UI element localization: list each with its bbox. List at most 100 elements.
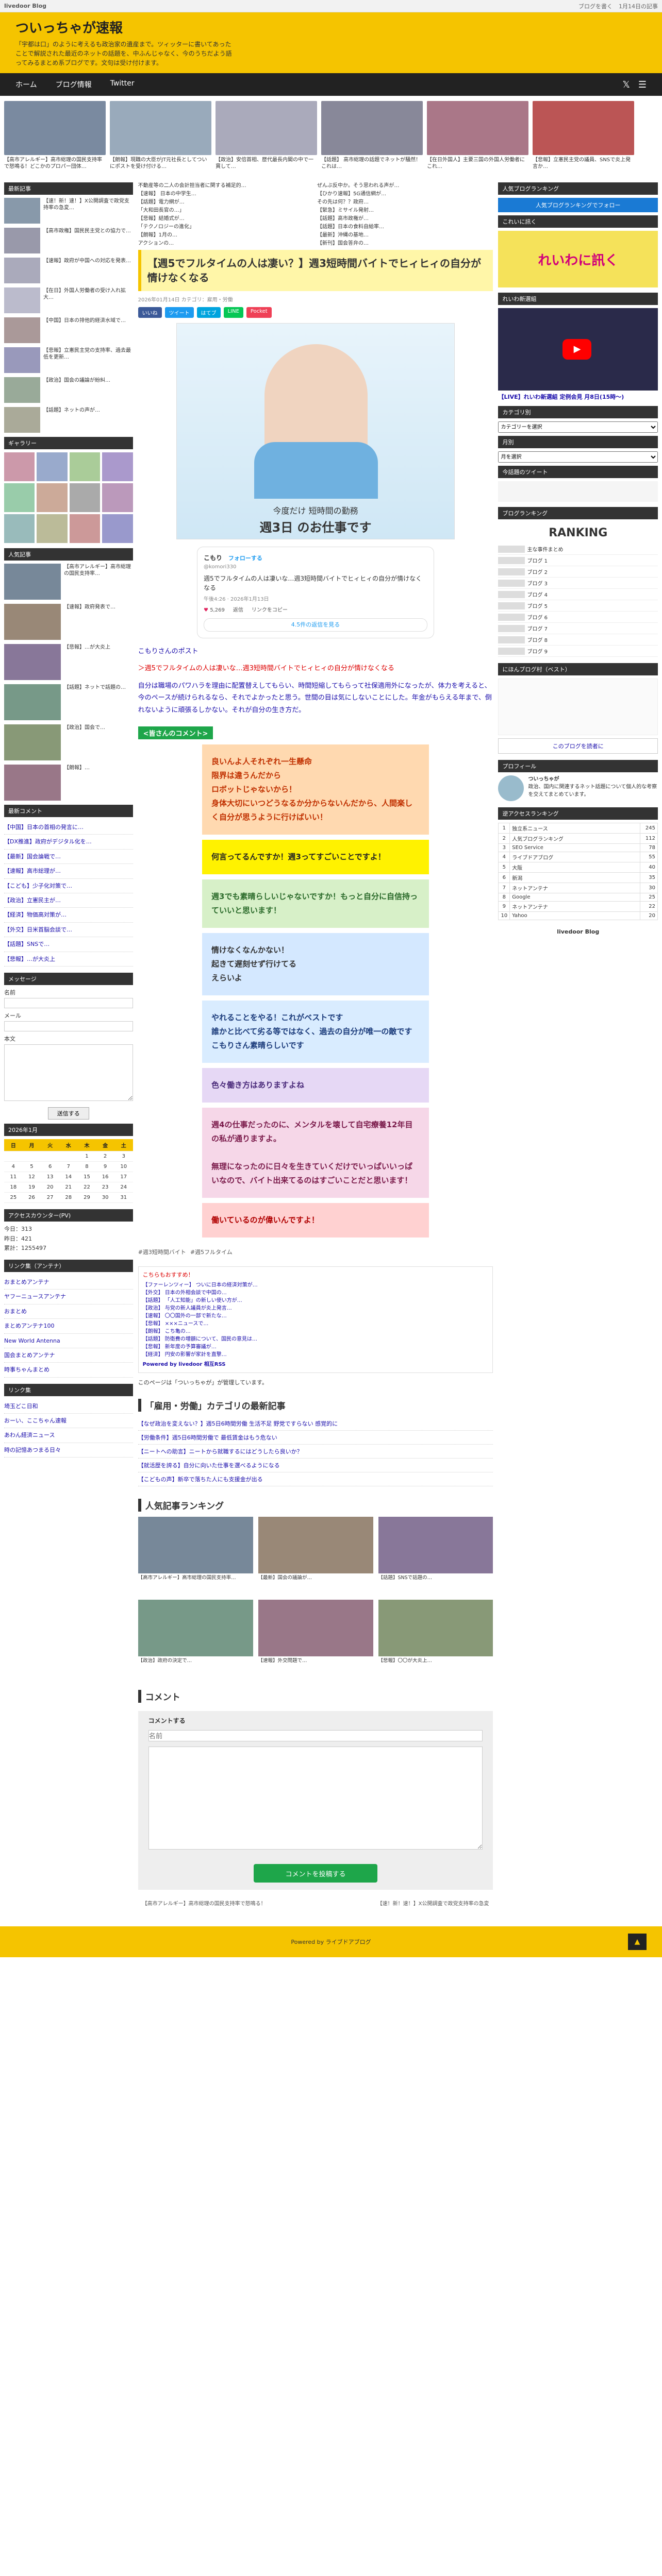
access-cell[interactable]: 独立系ニュース bbox=[509, 823, 640, 834]
calendar-day[interactable]: 27 bbox=[41, 1192, 59, 1203]
access-cell[interactable]: ライブドアブログ bbox=[509, 852, 640, 862]
calendar-day[interactable]: 8 bbox=[77, 1161, 96, 1172]
profile-name[interactable]: ついっちゃが bbox=[528, 775, 658, 783]
popular-thumb[interactable] bbox=[4, 564, 61, 600]
popular-item[interactable]: 【朗報】… bbox=[4, 765, 133, 801]
livedoor-footer-logo[interactable]: livedoor Blog bbox=[498, 928, 658, 935]
video-caption[interactable]: 【LIVE】れいわ新選組 定例会見 月8日(15時〜) bbox=[498, 393, 658, 401]
access-row[interactable]: 6 新潟 35 bbox=[498, 872, 658, 883]
calendar-day[interactable]: 20 bbox=[41, 1182, 59, 1193]
play-icon[interactable]: ▶ bbox=[562, 339, 592, 360]
tweet-more-replies[interactable]: 4.5件の返信を見る bbox=[204, 618, 428, 632]
access-row[interactable]: 10 Yahoo 20 bbox=[498, 911, 658, 920]
featured-caption[interactable]: 【政治】安倍首相、歴代最長内閣の中で一貫して… bbox=[216, 157, 317, 177]
rss-powered[interactable]: Powered by livedoor 相互RSS bbox=[143, 1361, 489, 1368]
calendar-day[interactable] bbox=[4, 1151, 23, 1162]
popular-item[interactable]: 【話題】ネットで話題の… bbox=[4, 684, 133, 720]
ranking-follow-button[interactable]: 人気ブログランキングでフォロー bbox=[498, 198, 658, 212]
nav-home[interactable]: ホーム bbox=[15, 79, 37, 90]
post-comment-button[interactable]: コメントを投稿する bbox=[254, 1864, 378, 1883]
ranking-caption[interactable]: 【悲報】〇〇が大炎上… bbox=[378, 1658, 493, 1677]
calendar-day[interactable]: 23 bbox=[96, 1182, 114, 1193]
ranking-banner[interactable] bbox=[498, 613, 525, 621]
livedoor-brand[interactable]: livedoor Blog bbox=[4, 3, 46, 9]
share-button[interactable]: いいね bbox=[138, 307, 162, 318]
feed-link[interactable]: 【緊急】ミサイル発射… bbox=[317, 207, 493, 214]
access-row[interactable]: 4 ライブドアブログ 55 bbox=[498, 852, 658, 862]
recommend-link[interactable]: 【ファーレンツィー】 ついに日本の経済対策が… bbox=[143, 1281, 489, 1289]
calendar-day[interactable]: 7 bbox=[59, 1161, 78, 1172]
gallery-image[interactable] bbox=[102, 483, 133, 512]
calendar-day[interactable]: 4 bbox=[4, 1161, 23, 1172]
ranking-logo[interactable]: RANKING bbox=[498, 522, 658, 544]
featured-image[interactable] bbox=[427, 101, 528, 155]
calendar-day[interactable]: 24 bbox=[114, 1182, 133, 1193]
category-select[interactable]: カテゴリーを選択 bbox=[498, 421, 658, 433]
next-article-link[interactable]: 【速！新！速！】X公開調査で政党支持率の急変 bbox=[377, 1899, 489, 1907]
reiwa-banner[interactable]: れいわに訊く bbox=[498, 231, 658, 287]
calendar-day[interactable]: 18 bbox=[4, 1182, 23, 1193]
ranking-caption[interactable]: 【政治】政府の決定で… bbox=[138, 1658, 253, 1677]
list-title[interactable]: 【在日】外国人労働者の受け入れ拡大… bbox=[43, 287, 133, 313]
feed-link[interactable]: 【話題】高市政権が… bbox=[317, 215, 493, 222]
ranking-image[interactable] bbox=[378, 1600, 493, 1657]
access-row[interactable]: 2 人気ブログランキング 112 bbox=[498, 833, 658, 844]
antenna-link[interactable]: 国会まとめアンテナ bbox=[4, 1348, 133, 1363]
access-row[interactable]: 9 ネットアンテナ 22 bbox=[498, 901, 658, 912]
calendar-day[interactable]: 29 bbox=[77, 1192, 96, 1203]
list-title[interactable]: 【悲報】立憲民主党の支持率、過去最低を更新… bbox=[43, 347, 133, 373]
calendar-day[interactable]: 10 bbox=[114, 1161, 133, 1172]
access-row[interactable]: 3 SEO Service 78 bbox=[498, 843, 658, 852]
share-button[interactable]: はてブ bbox=[196, 307, 221, 318]
prev-article-link[interactable]: 【高市アレルギー】高市総理の国民支持率で怒鳴る！ bbox=[142, 1899, 266, 1907]
access-cell[interactable]: 大阪 bbox=[509, 862, 640, 873]
ranking-banner[interactable] bbox=[498, 579, 525, 587]
ranking-row[interactable]: 主な事件まとめ bbox=[498, 544, 658, 555]
category-article-link[interactable]: 【就活歴を誇る】自分に向いた仕事を選べるようになる bbox=[138, 1459, 493, 1473]
write-blog-link[interactable]: ブログを書く bbox=[578, 2, 613, 10]
featured-image[interactable] bbox=[110, 101, 211, 155]
mura-widget[interactable] bbox=[498, 679, 658, 735]
featured-item[interactable]: 【政治】安倍首相、歴代最長内閣の中で一貫して… bbox=[216, 101, 317, 177]
access-cell[interactable]: Google bbox=[509, 893, 640, 902]
access-row[interactable]: 5 大阪 40 bbox=[498, 862, 658, 873]
calendar-day[interactable]: 21 bbox=[59, 1182, 78, 1193]
featured-image[interactable] bbox=[533, 101, 634, 155]
ranking-item[interactable]: 【話題】SNSで話題の… bbox=[378, 1517, 493, 1595]
share-button[interactable]: ツイート bbox=[164, 307, 194, 318]
site-title[interactable]: ついっちゃが速報 bbox=[15, 18, 647, 37]
ranking-label[interactable]: ブログ 5 bbox=[527, 602, 548, 609]
recent-comment-item[interactable]: 【最新】国会論戦で… bbox=[4, 850, 133, 865]
calendar-day[interactable]: 5 bbox=[22, 1161, 41, 1172]
calendar-day[interactable]: 31 bbox=[114, 1192, 133, 1203]
access-row[interactable]: 7 ネットアンテナ 30 bbox=[498, 883, 658, 893]
feed-link[interactable]: 【速報】 日本の中学生… bbox=[138, 191, 314, 197]
x-icon[interactable]: 𝕏 bbox=[622, 79, 630, 90]
ranking-row[interactable]: ブログ 3 bbox=[498, 578, 658, 589]
ranking-row[interactable]: ブログ 4 bbox=[498, 589, 658, 600]
ranking-row[interactable]: ブログ 8 bbox=[498, 634, 658, 646]
access-cell[interactable]: SEO Service bbox=[509, 843, 640, 852]
recent-comment-item[interactable]: 【中国】日本の首相の発言に… bbox=[4, 820, 133, 835]
access-cell[interactable]: 人気ブログランキング bbox=[509, 833, 640, 844]
feed-link[interactable]: 【最新】沖縄の基地… bbox=[317, 232, 493, 239]
antenna-link[interactable]: おまとめアンテナ bbox=[4, 1275, 133, 1290]
comment-name-field[interactable] bbox=[148, 1730, 483, 1742]
gallery-image[interactable] bbox=[69, 452, 101, 481]
ranking-banner[interactable] bbox=[498, 590, 525, 598]
popular-thumb[interactable] bbox=[4, 765, 61, 801]
mura-reader-button[interactable]: このブログを読者に bbox=[498, 738, 658, 754]
ranking-label[interactable]: ブログ 9 bbox=[527, 647, 548, 655]
share-button[interactable]: LINE bbox=[223, 307, 243, 318]
ranking-caption[interactable]: 【話題】SNSで話題の… bbox=[378, 1575, 493, 1595]
scroll-top-button[interactable]: ▲ bbox=[628, 1934, 647, 1951]
list-item[interactable]: 【中国】日本の排他的経済水域で… bbox=[4, 317, 133, 343]
feed-link[interactable]: ぜんぶ反中か。そう思われる声が… bbox=[317, 182, 493, 189]
featured-caption[interactable]: 【悲報】立憲民主党の議員、SNSで炎上発言か… bbox=[533, 157, 634, 177]
body-field[interactable] bbox=[4, 1044, 133, 1101]
nav-twitter[interactable]: Twitter bbox=[110, 79, 135, 90]
ranking-item[interactable]: 【最新】国会の議論が… bbox=[258, 1517, 373, 1595]
popular-title[interactable]: 【朗報】… bbox=[64, 765, 90, 801]
popular-item[interactable]: 【高市アレルギー】高市総理の国民支持率… bbox=[4, 564, 133, 600]
list-thumb[interactable] bbox=[4, 287, 40, 313]
